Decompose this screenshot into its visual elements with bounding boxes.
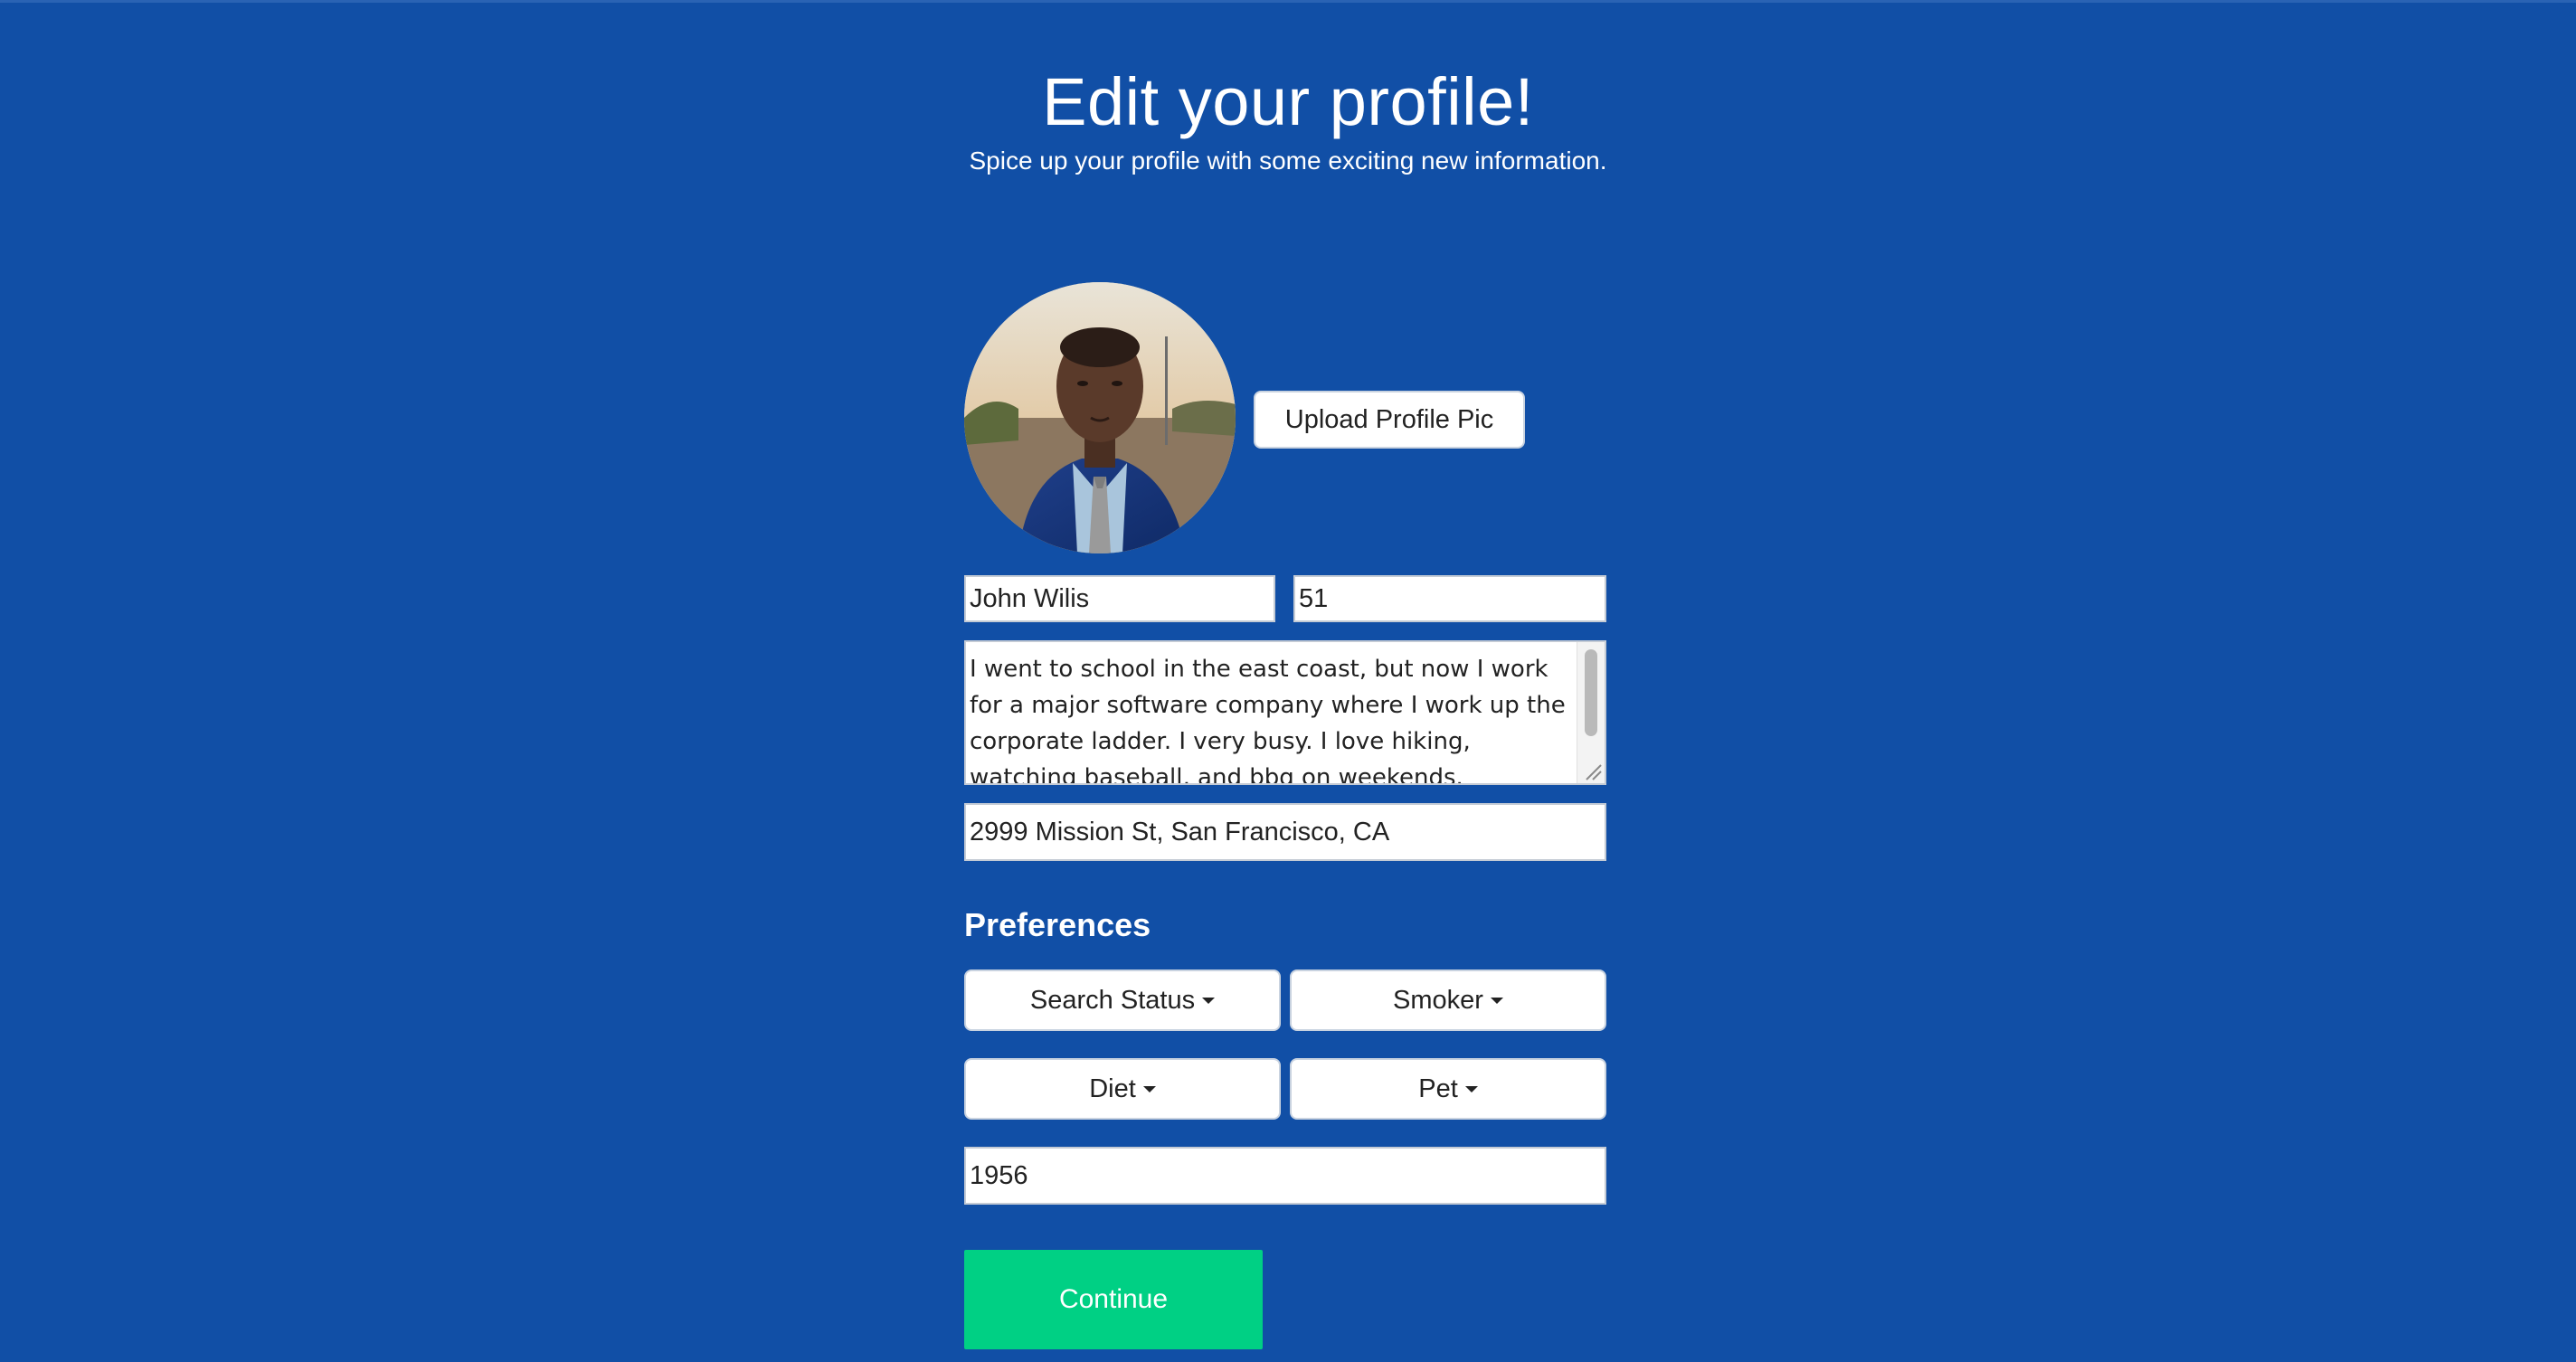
preferences-heading: Preferences — [964, 906, 1151, 943]
age-input[interactable] — [1293, 575, 1606, 622]
top-border — [0, 0, 2576, 3]
smoker-label: Smoker — [1393, 985, 1483, 1015]
page-header: Edit your profile! Spice up your profile… — [0, 61, 2576, 179]
caret-down-icon — [1202, 998, 1216, 1005]
birth-year-input[interactable] — [964, 1147, 1606, 1205]
caret-down-icon — [1142, 1086, 1156, 1093]
pet-dropdown[interactable]: Pet — [1290, 1058, 1606, 1120]
avatar-photo — [964, 282, 1236, 553]
search-status-label: Search Status — [1029, 985, 1196, 1015]
profile-form: Upload Profile Pic I went to school in t… — [964, 282, 1606, 1349]
bio-scrollbar-thumb[interactable] — [1585, 649, 1597, 736]
continue-button[interactable]: Continue — [964, 1250, 1263, 1349]
name-input[interactable] — [964, 575, 1275, 622]
page-subtitle: Spice up your profile with some exciting… — [969, 147, 1607, 175]
resize-handle-icon[interactable] — [1581, 760, 1603, 781]
diet-label: Diet — [1089, 1074, 1136, 1103]
address-input[interactable] — [964, 803, 1606, 861]
search-status-dropdown[interactable]: Search Status — [964, 969, 1281, 1031]
caret-down-icon — [1490, 998, 1503, 1005]
caret-down-icon — [1464, 1086, 1478, 1093]
bio-text[interactable]: I went to school in the east coast, but … — [970, 651, 1576, 783]
pet-label: Pet — [1418, 1074, 1458, 1103]
bio-textarea[interactable]: I went to school in the east coast, but … — [964, 640, 1606, 785]
page-title: Edit your profile! — [1042, 64, 1534, 139]
diet-dropdown[interactable]: Diet — [964, 1058, 1281, 1120]
profile-avatar — [964, 282, 1236, 553]
avatar-row: Upload Profile Pic — [964, 282, 1606, 553]
upload-profile-pic-button[interactable]: Upload Profile Pic — [1254, 391, 1525, 449]
smoker-dropdown[interactable]: Smoker — [1290, 969, 1606, 1031]
